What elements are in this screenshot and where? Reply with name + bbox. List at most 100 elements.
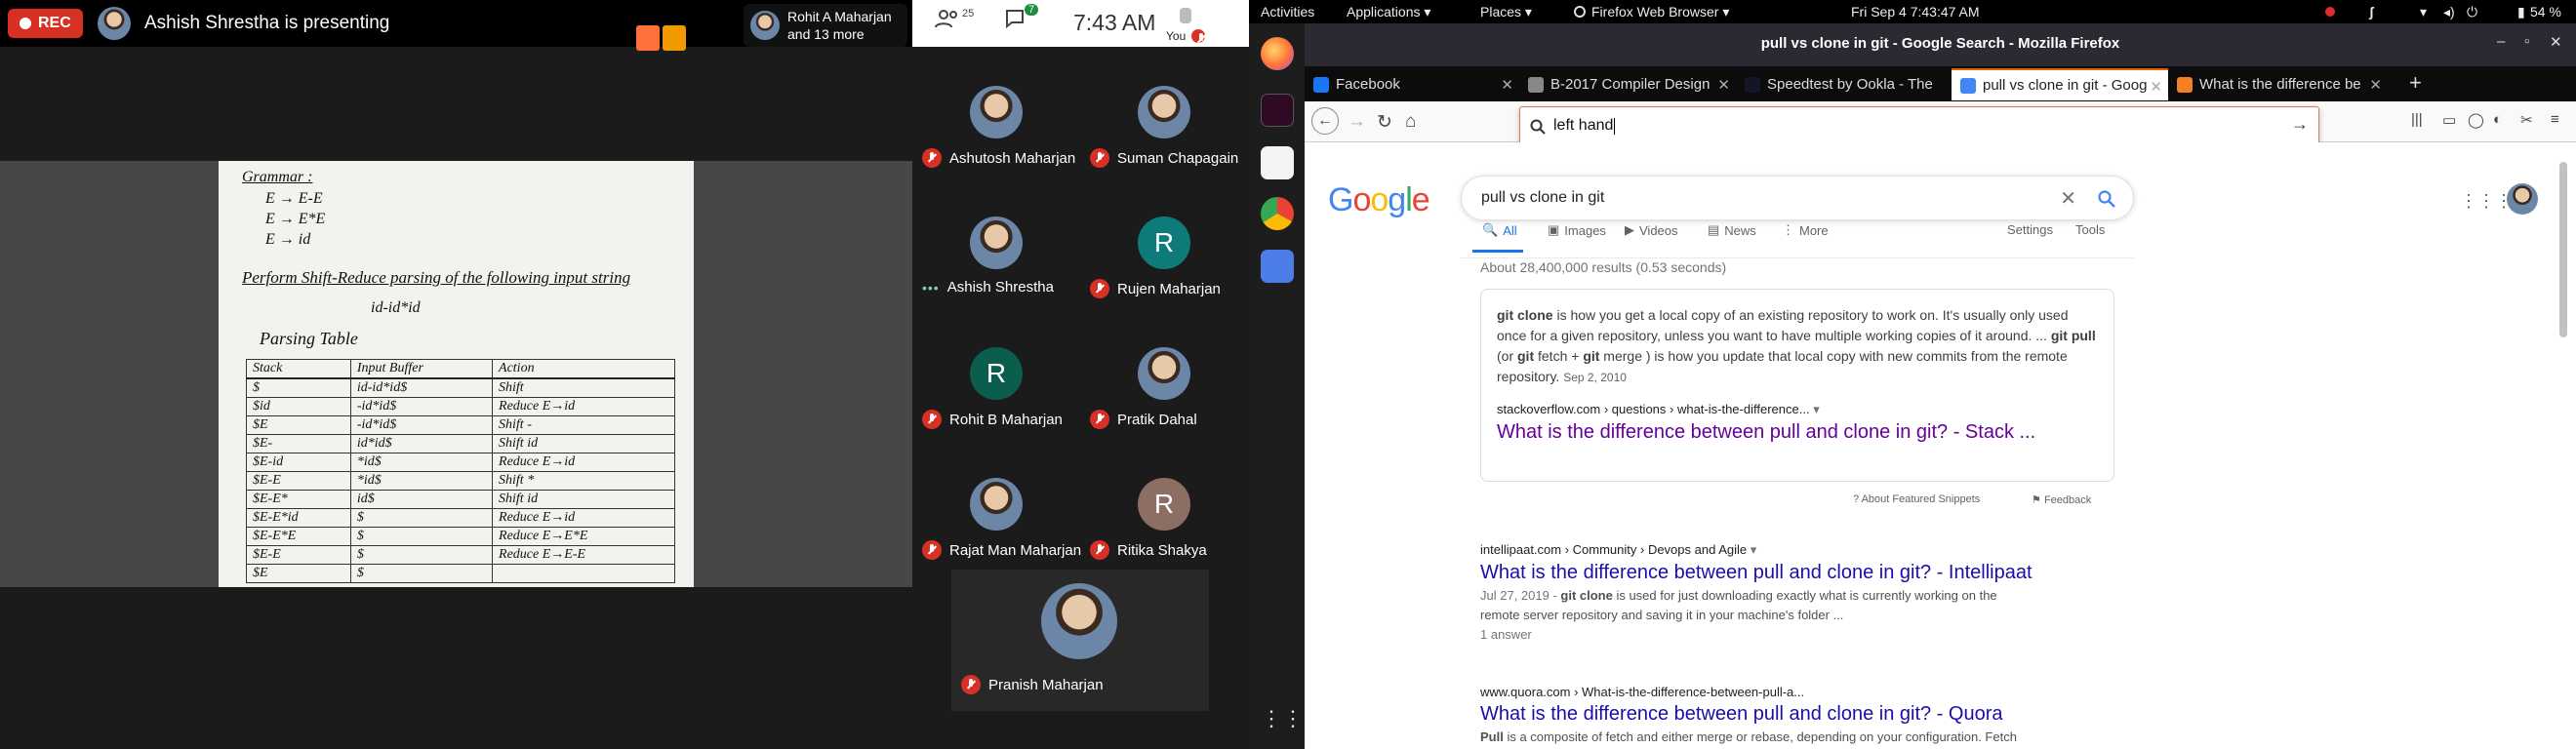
browser-tab[interactable]: B-2017 Compiler Design ✕ <box>1519 68 1736 100</box>
minimize-button[interactable]: – <box>2497 33 2505 50</box>
cite-menu-icon[interactable]: ▾ <box>1751 542 1757 557</box>
google-apps-icon[interactable]: ⋮⋮⋮ <box>2460 191 2513 212</box>
places-menu[interactable]: Places ▾ <box>1480 4 1532 20</box>
parsing-table-cell: $E-E*E <box>246 527 351 546</box>
participant-tile[interactable]: Suman Chapagain <box>1080 47 1248 177</box>
volume-icon[interactable]: ◂) <box>2443 4 2455 20</box>
skype-tray-icon[interactable]: ʃ <box>2369 4 2374 20</box>
applications-menu[interactable]: Applications ▾ <box>1347 4 1430 20</box>
text-editor-dock-icon[interactable] <box>1261 146 1294 179</box>
snippet-link[interactable]: What is the difference between pull and … <box>1497 421 2098 444</box>
nav-bar: ← → ↻ ⌂ left hand → ||| ▭ ◯ ◐ ✂ ≡ <box>1305 101 2576 145</box>
power-icon[interactable]: ⏻ <box>2467 4 2477 20</box>
tab-images[interactable]: ▣ Images <box>1548 222 1606 238</box>
participant-avatar <box>970 217 1023 269</box>
close-tab-icon[interactable]: ✕ <box>2150 78 2162 96</box>
result-title-link[interactable]: What is the difference between pull and … <box>1480 562 2163 584</box>
google-search-box[interactable]: pull vs clone in git ✕ <box>1461 176 2134 220</box>
tab-all[interactable]: 🔍 All <box>1482 222 1517 238</box>
battery-icon[interactable]: ▮ <box>2517 4 2525 20</box>
extension-icon[interactable]: ◐ <box>2493 111 2502 128</box>
result-title-link[interactable]: What is the difference between pull and … <box>1480 703 2163 726</box>
tab-images-label: Images <box>1564 222 1606 238</box>
search-submit-icon[interactable] <box>2098 190 2115 208</box>
activities-button[interactable]: Activities <box>1261 4 1314 20</box>
participant-name: Suman Chapagain <box>1117 149 1239 167</box>
close-tab-icon[interactable]: ✕ <box>2369 76 2382 94</box>
result-date: Jul 27, 2019 - <box>1480 588 1561 603</box>
firefox-dock-icon[interactable] <box>1261 37 1294 70</box>
participant-avatar: R <box>1138 478 1190 531</box>
app-menu[interactable]: Firefox Web Browser ▾ <box>1574 4 1729 20</box>
tab-favicon-icon <box>1313 76 1329 93</box>
tab-more[interactable]: ⋮ More <box>1782 222 1829 238</box>
browser-tab[interactable]: pull vs clone in git - Goog ✕ <box>1952 68 2168 100</box>
browser-tab[interactable]: Speedtest by Ookla - The <box>1736 68 1952 100</box>
screenshot-dock-icon[interactable] <box>1261 250 1294 283</box>
self-muted-icon <box>1191 29 1205 43</box>
people-button[interactable]: 25 <box>935 8 974 29</box>
show-apps-icon[interactable]: ⋮⋮ <box>1261 706 1304 739</box>
page-scrollbar[interactable] <box>2559 162 2567 337</box>
result-cite-text: intellipaat.com › Community › Devops and… <box>1480 542 1748 557</box>
wifi-icon[interactable]: ▾ <box>2420 4 2427 20</box>
account-icon[interactable]: ◯ <box>2468 111 2484 129</box>
home-button[interactable]: ⌂ <box>1405 111 1416 133</box>
library-icon[interactable]: ||| <box>2411 111 2423 128</box>
help-icon: ? <box>1853 493 1860 505</box>
logo-letter: o <box>1352 181 1371 218</box>
tab-videos[interactable]: ▶ Videos <box>1625 222 1678 238</box>
url-bar[interactable]: left hand → <box>1519 106 2319 145</box>
browser-tab[interactable]: What is the difference be ✕ <box>2168 68 2388 100</box>
reload-button[interactable]: ↻ <box>1377 111 1392 134</box>
close-tab-icon[interactable]: ✕ <box>1501 76 1513 94</box>
close-tab-icon[interactable]: ✕ <box>1717 76 1730 94</box>
new-tab-button[interactable]: + <box>2409 70 2422 96</box>
people-icon <box>935 10 957 28</box>
search-icon <box>1530 119 1546 135</box>
cite-menu-icon[interactable]: ▾ <box>1813 402 1820 416</box>
result-answer-count[interactable]: 1 answer <box>1480 627 1532 642</box>
participant-tile[interactable]: R Rujen Maharjan <box>1080 177 1248 307</box>
panel-clock[interactable]: Fri Sep 4 7:43:47 AM <box>1851 4 1980 20</box>
parsing-table-row: $ id-id*id$ Shift <box>246 377 675 398</box>
close-window-button[interactable]: ✕ <box>2550 33 2562 51</box>
screenshot-icon[interactable]: ✂ <box>2520 111 2533 129</box>
settings-link[interactable]: Settings <box>2007 222 2053 237</box>
tab-title: Speedtest by Ookla - The <box>1767 76 1933 93</box>
firefox-share-icon <box>636 25 660 51</box>
tab-news[interactable]: ▤ News <box>1708 222 1756 238</box>
back-button[interactable]: ← <box>1311 107 1339 135</box>
google-logo[interactable]: Google <box>1328 181 1430 219</box>
about-snippets[interactable]: ? About Featured Snippets <box>1853 493 1980 505</box>
sidebar-icon[interactable]: ▭ <box>2442 111 2456 129</box>
maximize-button[interactable]: ▫ <box>2524 33 2529 50</box>
participant-tile[interactable]: Pratik Dahal <box>1080 308 1248 438</box>
participant-name-row: Rujen Maharjan <box>1090 279 1246 298</box>
participants-chip[interactable]: Rohit A Maharjan and 13 more <box>744 4 907 47</box>
forward-button[interactable]: → <box>1348 111 1366 133</box>
browser-tab[interactable]: Facebook ✕ <box>1305 68 1519 100</box>
participant-tile[interactable]: Pranish Maharjan <box>951 570 1209 711</box>
tools-link[interactable]: Tools <box>2075 222 2105 237</box>
result-desc-text: is used for just downloading exactly wha… <box>1612 588 1997 603</box>
participant-tile[interactable]: Rajat Man Maharjan <box>912 439 1081 569</box>
participant-tile[interactable]: Ashutosh Maharjan <box>912 47 1080 177</box>
participant-tile[interactable]: R Rohit B Maharjan <box>912 308 1080 438</box>
parsing-table-cell: -id*id$ <box>349 415 494 435</box>
clear-search-icon[interactable]: ✕ <box>2060 186 2076 211</box>
participant-avatar: R <box>1138 217 1190 269</box>
about-snippets-label: About Featured Snippets <box>1861 493 1981 505</box>
terminal-dock-icon[interactable] <box>1261 94 1294 127</box>
participant-tile[interactable]: ••• Ashish Shrestha <box>912 177 1080 307</box>
participant-tile[interactable]: R Ritika Shakya <box>1080 439 1248 569</box>
chrome-dock-icon[interactable] <box>1261 197 1294 230</box>
go-arrow-icon[interactable]: → <box>2291 114 2309 135</box>
chat-button[interactable]: 7 <box>1005 4 1039 29</box>
logo-letter: e <box>1411 181 1430 218</box>
result-cite: intellipaat.com › Community › Devops and… <box>1480 542 2163 558</box>
menu-icon[interactable]: ≡ <box>2551 111 2559 128</box>
snippet-date: Sep 2, 2010 <box>1563 371 1627 384</box>
feedback-link[interactable]: ⚑ Feedback <box>2032 493 2091 506</box>
google-account-avatar[interactable] <box>2507 183 2538 215</box>
